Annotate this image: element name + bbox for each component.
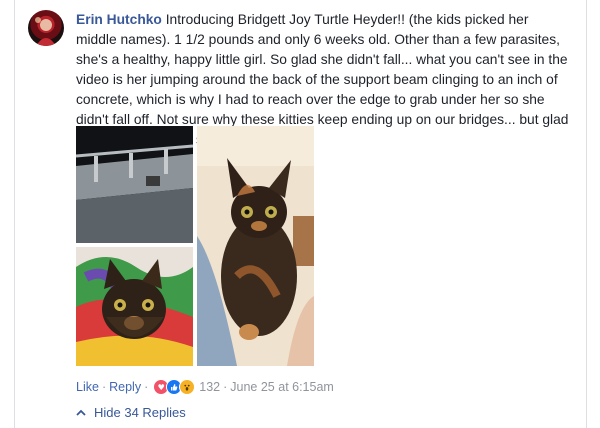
comment-timestamp[interactable]: June 25 at 6:15am bbox=[230, 380, 334, 394]
comment-card: Erin Hutchko Introducing Bridgett Joy Tu… bbox=[0, 0, 600, 428]
wow-reaction-icon bbox=[179, 379, 196, 395]
left-divider bbox=[14, 0, 15, 428]
author-name[interactable]: Erin Hutchko bbox=[76, 12, 162, 27]
separator-dot: · bbox=[144, 380, 149, 394]
reply-link[interactable]: Reply bbox=[109, 380, 141, 394]
separator-dot: · bbox=[223, 380, 228, 394]
separator-dot: · bbox=[101, 380, 107, 394]
avatar[interactable] bbox=[28, 10, 64, 46]
right-divider bbox=[586, 0, 587, 428]
comment-actions: Like · Reply · ♥ 132 · June 25 at 6:15am bbox=[76, 378, 334, 396]
kitten-on-blanket-photo[interactable] bbox=[76, 247, 193, 366]
hide-replies-link[interactable]: Hide 34 Replies bbox=[76, 405, 186, 420]
kitten-held-photo[interactable] bbox=[197, 126, 314, 366]
hide-replies-label[interactable]: Hide 34 Replies bbox=[94, 405, 186, 420]
like-link[interactable]: Like bbox=[76, 380, 99, 394]
reaction-icons[interactable]: ♥ bbox=[153, 379, 196, 395]
chevron-up-icon bbox=[76, 409, 86, 416]
reaction-count[interactable]: 132 bbox=[199, 380, 220, 394]
bridge-beam-photo[interactable] bbox=[76, 126, 193, 243]
